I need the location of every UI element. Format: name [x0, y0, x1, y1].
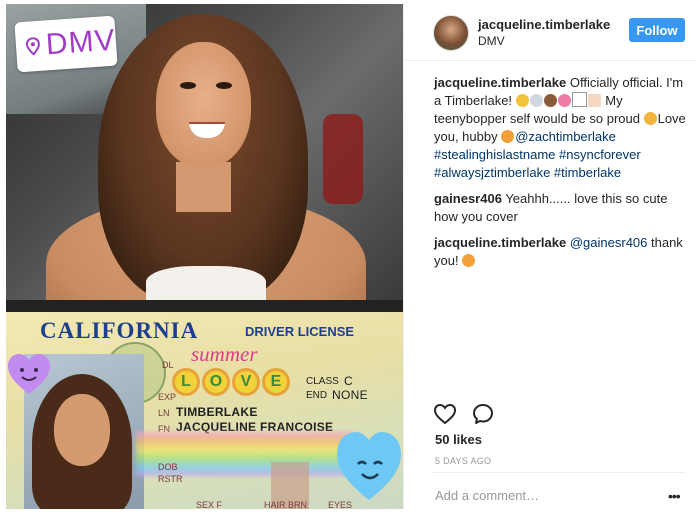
- divider: [432, 472, 685, 473]
- face: [156, 42, 251, 167]
- follow-button[interactable]: Follow: [629, 18, 685, 42]
- comment-list: jacqueline.timberlake Officially officia…: [434, 74, 689, 278]
- box-emoji-icon: [571, 92, 587, 107]
- post-timestamp: 5 DAYS AGO: [435, 456, 492, 466]
- add-comment-input[interactable]: Add a comment…: [435, 488, 539, 503]
- car-seat: [323, 114, 363, 204]
- header-location[interactable]: DMV: [478, 34, 505, 48]
- post-image[interactable]: DMV CALIFORNIA DRIVER LICENSE summer L O…: [6, 4, 403, 509]
- last-name-value: TIMBERLAKE: [176, 405, 258, 419]
- love-letter: O: [202, 368, 230, 396]
- mention-link[interactable]: @zachtimberlake: [515, 129, 616, 144]
- love-sticker: L O V E: [172, 368, 290, 396]
- class-label: CLASS: [306, 376, 339, 387]
- more-icon[interactable]: •••: [668, 488, 681, 504]
- post-header: jacqueline.timberlake DMV Follow: [404, 4, 695, 61]
- kiss-emoji-icon: [462, 254, 476, 267]
- sweat-smile-emoji-icon: [643, 112, 657, 125]
- license-title: DRIVER LICENSE: [245, 324, 355, 339]
- avatar[interactable]: [433, 15, 469, 51]
- end-value: NONE: [332, 388, 368, 402]
- kiss-emoji-icon: [501, 130, 515, 143]
- selfie-photo: DMV: [6, 4, 403, 300]
- mention-link[interactable]: @gainesr406: [570, 235, 648, 250]
- license-photo-face: [54, 394, 110, 466]
- location-pin-icon: [25, 37, 40, 56]
- ring-emoji-icon: [529, 94, 543, 107]
- dl-label: DL: [162, 360, 174, 370]
- location-sticker: DMV: [14, 15, 118, 73]
- caption-comment: jacqueline.timberlake Officially officia…: [434, 74, 689, 182]
- likes-count[interactable]: 50 likes: [435, 432, 482, 447]
- neck: [176, 162, 231, 212]
- white-top: [146, 266, 266, 300]
- heart-icon[interactable]: [433, 402, 457, 426]
- comment-username[interactable]: jacqueline.timberlake: [434, 235, 566, 250]
- love-letter: V: [232, 368, 260, 396]
- exp-label: EXP: [158, 392, 177, 402]
- location-sticker-text: DMV: [44, 23, 117, 62]
- heart-eyes-emoji-icon: [515, 94, 529, 107]
- comment-username[interactable]: jacqueline.timberlake: [434, 75, 566, 90]
- left-eye: [180, 82, 196, 89]
- end-label: END: [306, 390, 328, 401]
- blue-heart-sticker: [334, 424, 403, 504]
- ln-label: LN: [158, 408, 170, 418]
- license-state: CALIFORNIA: [40, 318, 199, 343]
- purple-heart-sticker: [6, 352, 52, 396]
- hand-emoji-icon: [587, 94, 601, 107]
- comment-icon[interactable]: [471, 402, 495, 426]
- comment: jacqueline.timberlake @gainesr406 thank …: [434, 234, 689, 270]
- action-bar: [433, 402, 495, 426]
- rstr-label: RSTR: [158, 474, 183, 484]
- heart-emoji-icon: [557, 94, 571, 107]
- comment-username[interactable]: gainesr406: [434, 191, 502, 206]
- post-details-panel: jacqueline.timberlake DMV Follow jacquel…: [403, 4, 695, 509]
- love-letter: L: [172, 368, 200, 396]
- bride-emoji-icon: [543, 94, 557, 107]
- header-username[interactable]: jacqueline.timberlake: [478, 17, 610, 32]
- driver-license: CALIFORNIA DRIVER LICENSE summer L O V E…: [6, 312, 403, 509]
- summer-sticker: summer: [191, 342, 258, 366]
- right-eye: [216, 82, 232, 89]
- hashtag-links[interactable]: #stealinghislastname #nsyncforever #alwa…: [434, 147, 641, 180]
- dob-label: DOB: [158, 462, 178, 472]
- sex-label: SEX F: [196, 500, 223, 509]
- hair-label: HAIR BRN: [264, 500, 308, 509]
- love-letter: E: [262, 368, 290, 396]
- class-value: C: [344, 374, 353, 388]
- comment: gainesr406 Yeahhh...... love this so cut…: [434, 190, 689, 226]
